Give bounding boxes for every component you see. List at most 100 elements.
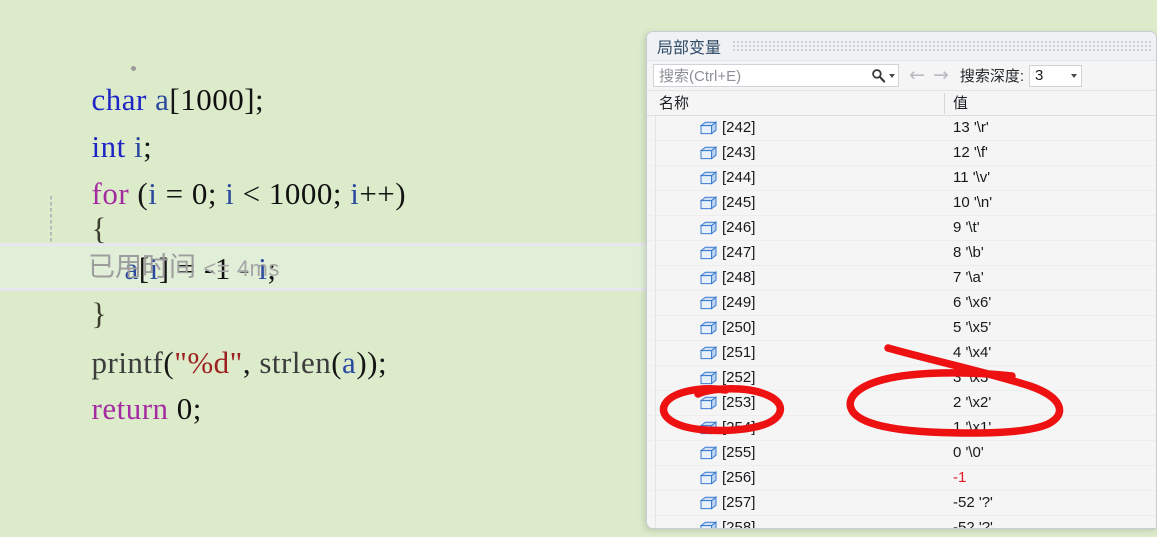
row-variable-name: [249] [722,294,756,311]
row-variable-name: [258] [722,519,756,528]
row-variable-value[interactable]: 11 '\v' [953,166,990,190]
code-line-2[interactable]: int i; [0,76,660,164]
row-variable-value[interactable]: 0 '\0' [953,441,984,465]
row-variable-value[interactable]: 1 '\x1' [953,416,991,440]
table-row[interactable]: [255] 0 '\0' [647,441,1156,466]
row-variable-name: [254] [722,419,756,436]
row-variable-value[interactable]: 6 '\x6' [953,291,991,315]
search-input[interactable]: 搜索(Ctrl+E) [653,64,899,87]
screenshot-root: char a[1000]; int i; for (i = 0; i < 100… [0,0,1157,537]
array-element-box-icon [700,421,717,435]
rename-hint-dot-icon[interactable] [131,66,136,71]
panel-titlebar[interactable]: 局部变量 [647,32,1156,61]
perftip-value: <= 4ms [203,256,280,281]
code-line-1[interactable]: char a[1000]; [0,29,660,117]
array-element-box-icon [700,246,717,260]
array-element-box-icon [700,446,717,460]
code-editor[interactable]: char a[1000]; int i; for (i = 0; i < 100… [0,0,660,537]
array-element-box-icon [700,471,717,485]
array-element-box-icon [700,346,717,360]
table-row[interactable]: [245] 10 '\n' [647,191,1156,216]
table-row[interactable]: [242] 13 '\r' [647,116,1156,141]
table-row[interactable]: [251] 4 '\x4' [647,341,1156,366]
table-row[interactable]: [253] 2 '\x2' [647,391,1156,416]
table-column-headers: 名称 值 [647,91,1156,116]
row-variable-value[interactable]: -52 '?' [953,491,993,515]
table-row[interactable]: [244] 11 '\v' [647,166,1156,191]
perftip-elapsed-time: 已用时间 <= 4ms [88,247,280,287]
row-variable-value[interactable]: 2 '\x2' [953,391,991,415]
array-element-box-icon [700,396,717,410]
table-row[interactable]: [248] 7 '\a' [647,266,1156,291]
row-variable-name: [248] [722,269,756,286]
table-row[interactable]: [254] 1 '\x1' [647,416,1156,441]
row-variable-value[interactable]: -1 [953,466,966,490]
row-variable-name: [252] [722,369,756,386]
table-row[interactable]: [247] 8 '\b' [647,241,1156,266]
panel-title: 局部变量 [657,40,722,57]
token-keyword-return: return [91,391,169,426]
array-element-box-icon [700,171,717,185]
row-variable-value[interactable]: 5 '\x5' [953,316,991,340]
table-row[interactable]: [249] 6 '\x6' [647,291,1156,316]
column-header-name[interactable]: 名称 [659,91,689,116]
row-variable-name: [242] [722,119,756,136]
search-icon[interactable] [871,68,886,83]
row-variable-name: [246] [722,219,756,236]
row-variable-name: [253] [722,394,756,411]
table-row[interactable]: [257] -52 '?' [647,491,1156,516]
search-depth-label: 搜索深度: [959,68,1025,85]
row-variable-name: [255] [722,444,756,461]
array-element-box-icon [700,496,717,510]
row-variable-value[interactable]: 4 '\x4' [953,341,991,365]
row-variable-value[interactable]: 7 '\a' [953,266,984,290]
row-variable-name: [243] [722,144,756,161]
panel-drag-gripper[interactable] [733,40,1152,52]
array-element-box-icon [700,321,717,335]
row-variable-value[interactable]: 13 '\r' [953,116,989,140]
row-variable-name: [244] [722,169,756,186]
row-variable-name: [250] [722,319,756,336]
array-element-box-icon [700,146,717,160]
row-variable-name: [247] [722,244,756,261]
code-line-5[interactable]: a[i] = -1 - i; [0,198,660,286]
table-row[interactable]: [250] 5 '\x5' [647,316,1156,341]
variables-table-body[interactable]: [242] 13 '\r' [243] 12 '\f' [244] 11 '\v' [245… [647,116,1156,528]
row-variable-value[interactable]: 8 '\b' [953,241,984,265]
perftip-label: 已用时间 [88,252,196,282]
locals-variables-panel: 局部变量 搜索(Ctrl+E) ← → 搜索深度: 3 名称 值 [242] 1… [646,31,1157,529]
array-element-box-icon [700,296,717,310]
column-header-value[interactable]: 值 [953,91,968,116]
row-variable-value[interactable]: 12 '\f' [953,141,988,165]
table-row[interactable]: [258] -52 '?' [647,516,1156,528]
row-variable-name: [257] [722,494,756,511]
search-options-chevron-down-icon[interactable] [889,73,895,78]
array-element-box-icon [700,271,717,285]
code-line-7[interactable]: printf("%d", strlen(a)); [0,292,660,380]
array-element-box-icon [700,121,717,135]
arrow-right-icon[interactable]: → [929,66,953,85]
row-variable-name: [251] [722,344,756,361]
column-resize-handle[interactable] [944,93,945,114]
table-row[interactable]: [252] 3 '\x3' [647,366,1156,391]
search-depth-select[interactable]: 3 [1029,64,1083,87]
row-variable-value[interactable]: 9 '\t' [953,216,980,240]
table-row[interactable]: [246] 9 '\t' [647,216,1156,241]
row-variable-value[interactable]: -52 '?' [953,516,993,528]
row-variable-name: [245] [722,194,756,211]
search-input-placeholder: 搜索(Ctrl+E) [659,68,742,85]
search-icon-group[interactable] [871,68,898,83]
row-variable-value[interactable]: 10 '\n' [953,191,992,215]
arrow-left-icon[interactable]: ← [905,66,929,85]
panel-toolbar: 搜索(Ctrl+E) ← → 搜索深度: 3 [647,61,1156,91]
array-element-box-icon [700,196,717,210]
row-variable-value[interactable]: 3 '\x3' [953,366,991,390]
row-variable-name: [256] [722,469,756,486]
array-element-box-icon [700,371,717,385]
code-line-8[interactable]: return 0; [0,338,660,426]
token-return-zero: 0 [176,391,193,426]
array-element-box-icon [700,521,717,528]
table-row[interactable]: [243] 12 '\f' [647,141,1156,166]
table-row[interactable]: [256] -1 [647,466,1156,491]
search-depth-chevron-down-icon[interactable] [1071,73,1078,78]
